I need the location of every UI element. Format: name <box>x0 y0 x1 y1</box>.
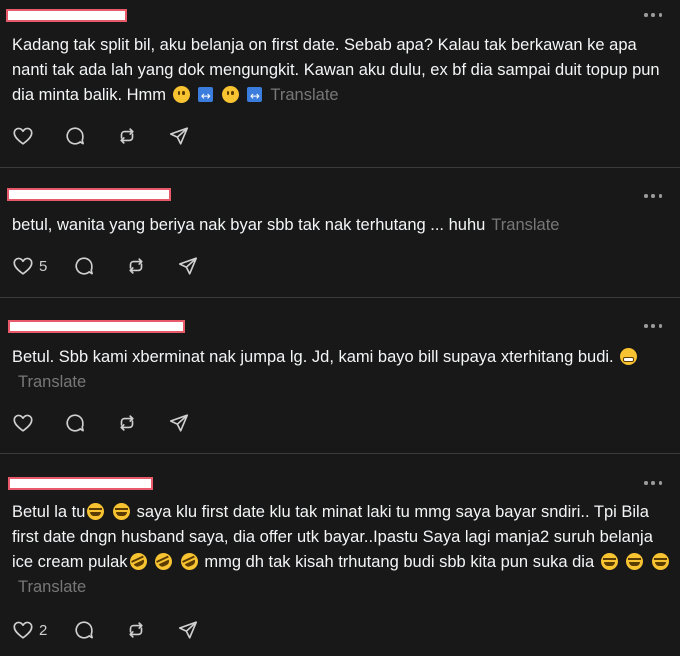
heart-icon <box>12 619 34 641</box>
comment-icon <box>73 255 95 277</box>
like-count: 2 <box>39 621 48 639</box>
repost-button[interactable] <box>116 124 138 148</box>
left-right-arrow-emoji <box>198 84 214 109</box>
send-icon <box>168 125 190 147</box>
repost-icon <box>125 619 147 641</box>
send-icon <box>177 619 199 641</box>
repost-icon <box>125 255 147 277</box>
heart-icon <box>12 125 34 147</box>
repost-icon <box>116 412 138 434</box>
post-text: betul, wanita yang beriya nak byar sbb t… <box>12 216 560 234</box>
post-actions <box>12 124 220 148</box>
comment-icon <box>64 412 86 434</box>
translate-link[interactable]: Translate <box>18 373 86 391</box>
share-button[interactable] <box>177 254 199 278</box>
redacted-username <box>8 477 153 490</box>
reply-post: Betul la tu saya klu first date klu tak … <box>0 454 680 656</box>
like-button[interactable] <box>12 124 34 148</box>
heart-icon <box>12 412 34 434</box>
post-text: Betul. Sbb kami xberminat nak jumpa lg. … <box>12 345 672 395</box>
reply-button[interactable] <box>64 124 86 148</box>
comment-icon <box>73 619 95 641</box>
reply-button[interactable] <box>73 254 95 278</box>
reply-post: Betul. Sbb kami xberminat nak jumpa lg. … <box>0 298 680 453</box>
redacted-username <box>6 9 127 22</box>
rolling-on-floor-laughing-emoji <box>152 550 175 573</box>
share-button[interactable] <box>177 618 199 642</box>
translate-link[interactable]: Translate <box>18 578 86 596</box>
like-count: 5 <box>39 257 48 275</box>
repost-icon <box>116 125 138 147</box>
reply-button[interactable] <box>73 618 95 642</box>
translate-link[interactable]: Translate <box>270 86 338 104</box>
like-button[interactable]: 5 <box>12 254 47 278</box>
grimacing-face-emoji <box>620 348 638 365</box>
tears-of-joy-emoji <box>626 553 644 570</box>
repost-button[interactable] <box>125 254 147 278</box>
send-icon <box>168 412 190 434</box>
rolling-on-floor-laughing-emoji <box>126 550 150 573</box>
slightly-smiling-face-emoji <box>172 86 190 103</box>
like-button[interactable] <box>12 411 34 435</box>
translate-link[interactable]: Translate <box>491 216 559 234</box>
more-options-icon[interactable] <box>644 193 662 199</box>
post-actions: 2 <box>12 618 229 642</box>
redacted-username <box>7 188 171 201</box>
reply-post: betul, wanita yang beriya nak byar sbb t… <box>0 168 680 297</box>
tears-of-joy-emoji <box>651 553 669 570</box>
post-actions <box>12 411 220 435</box>
tears-of-joy-emoji <box>112 503 130 520</box>
tears-of-joy-emoji <box>87 503 105 520</box>
tears-of-joy-emoji <box>600 553 618 570</box>
repost-button[interactable] <box>125 618 147 642</box>
reply-post: Kadang tak split bil, aku belanja on fir… <box>0 0 680 167</box>
share-button[interactable] <box>168 124 190 148</box>
rolling-on-floor-laughing-emoji <box>177 550 201 573</box>
share-button[interactable] <box>168 411 190 435</box>
comment-icon <box>64 125 86 147</box>
more-options-icon[interactable] <box>644 480 662 486</box>
post-text: Betul la tu saya klu first date klu tak … <box>12 500 672 600</box>
redacted-username <box>8 320 185 333</box>
reply-button[interactable] <box>64 411 86 435</box>
send-icon <box>177 255 199 277</box>
post-actions: 5 <box>12 254 229 278</box>
more-options-icon[interactable] <box>644 323 662 329</box>
slightly-smiling-face-emoji <box>221 86 239 103</box>
post-text: Kadang tak split bil, aku belanja on fir… <box>12 33 672 109</box>
more-options-icon[interactable] <box>644 12 662 18</box>
left-right-arrow-emoji <box>247 84 263 109</box>
thread-replies-feed: Kadang tak split bil, aku belanja on fir… <box>0 0 680 656</box>
heart-icon <box>12 255 34 277</box>
like-button[interactable]: 2 <box>12 618 47 642</box>
repost-button[interactable] <box>116 411 138 435</box>
